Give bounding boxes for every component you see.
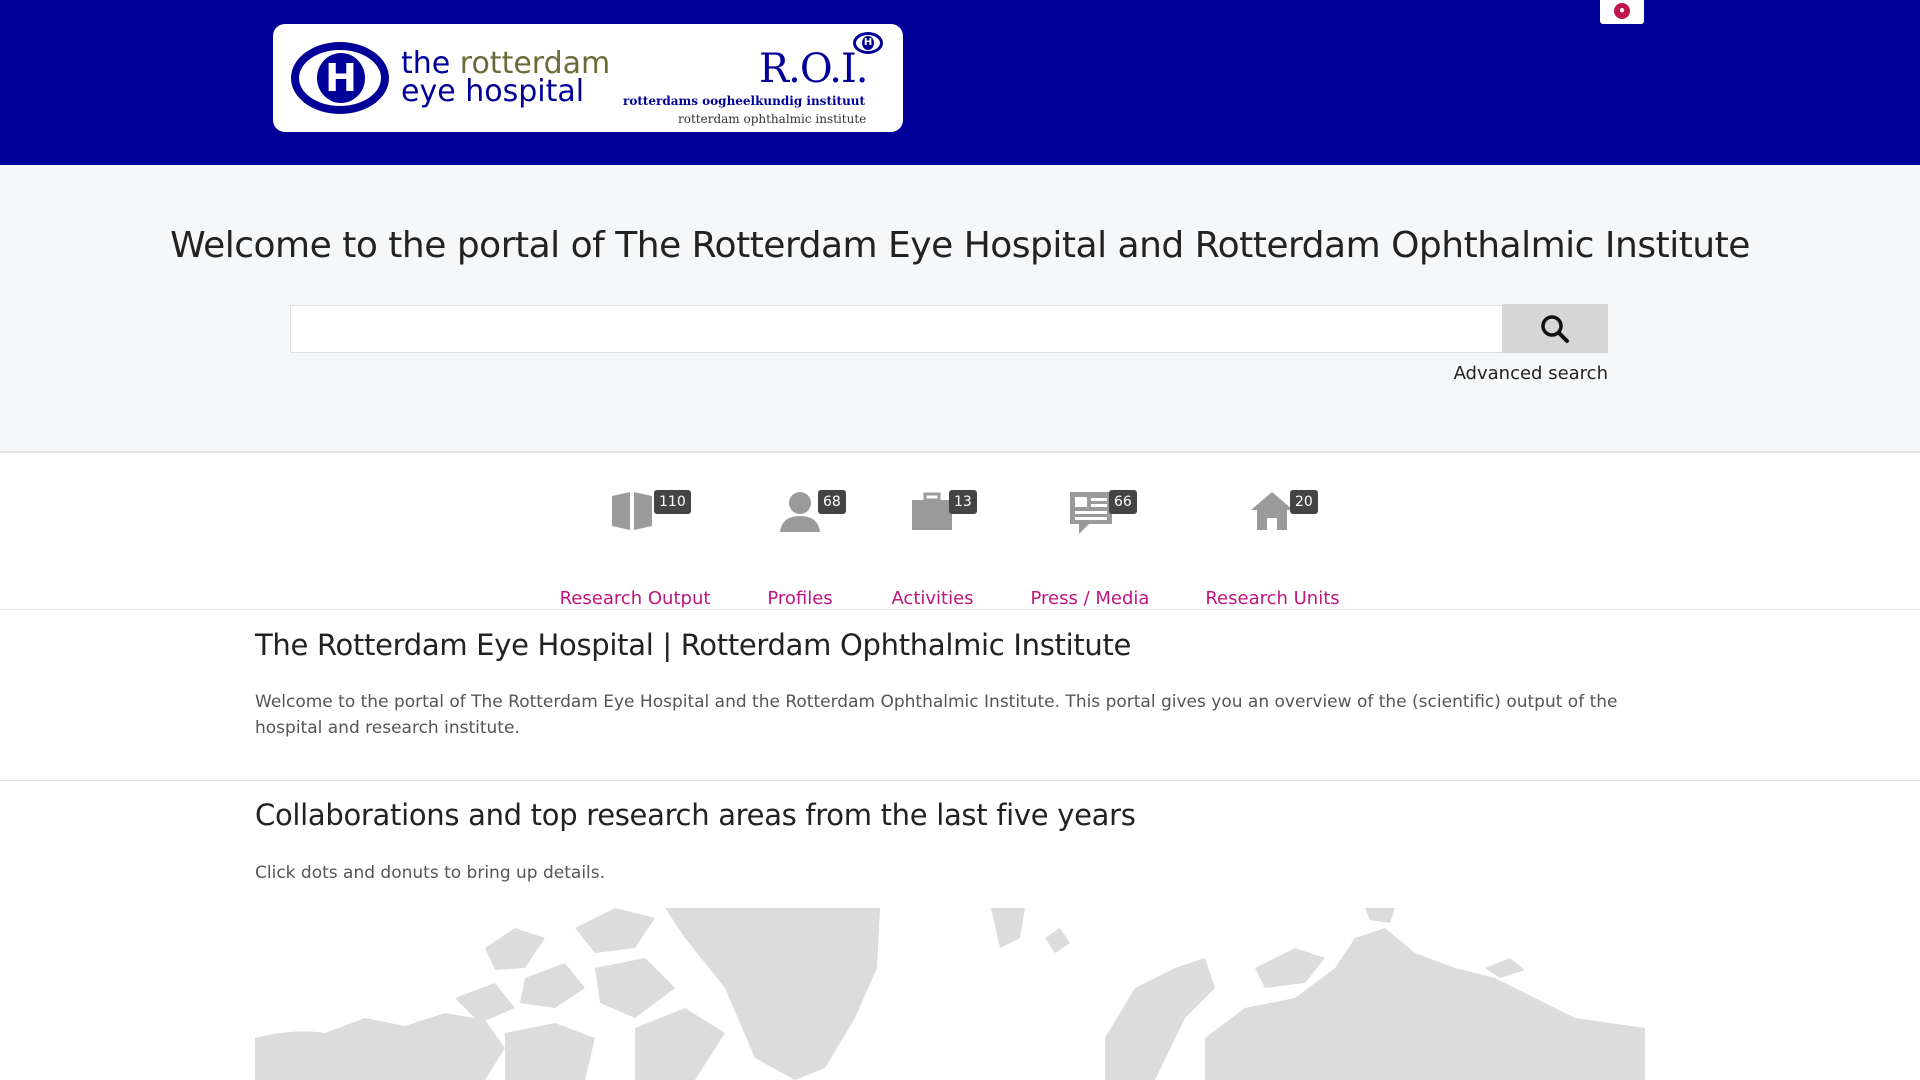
nav-label: Press / Media — [1030, 588, 1150, 609]
nav-label: Activities — [891, 588, 974, 609]
count-badge: 68 — [818, 490, 846, 514]
count-badge: 13 — [949, 490, 977, 514]
nav-research-units[interactable]: 20 Research Units — [1200, 490, 1345, 609]
nav-profiles[interactable]: 68 Profiles — [745, 490, 855, 609]
collab-hint: Click dots and donuts to bring up detail… — [255, 863, 606, 883]
intro-title: The Rotterdam Eye Hospital | Rotterdam O… — [255, 628, 1132, 662]
collaboration-world-map[interactable] — [255, 908, 1645, 1080]
nav-press-media[interactable]: 66 Press / Media — [1025, 490, 1155, 609]
roi-subtitle-english: rotterdam ophthalmic institute — [678, 112, 867, 126]
search-icon — [1541, 315, 1569, 343]
logo-text-line2: eye hospital — [401, 74, 585, 109]
nav-label: Research Output — [559, 588, 711, 609]
nav-label: Research Units — [1205, 588, 1340, 609]
search-input[interactable] — [290, 305, 1503, 353]
content-type-nav: 110 Research Output 68 Profiles 13 Activ… — [0, 455, 1920, 610]
roi-title: R.O.I. — [759, 46, 869, 92]
search-button[interactable] — [1502, 304, 1608, 353]
nav-label: Profiles — [767, 588, 833, 609]
collab-title: Collaborations and top research areas fr… — [255, 798, 1136, 832]
count-badge: 66 — [1109, 490, 1137, 514]
intro-text: Welcome to the portal of The Rotterdam E… — [255, 692, 1618, 738]
count-badge: 20 — [1290, 490, 1318, 514]
briefcase-icon — [912, 492, 952, 530]
person-icon — [780, 492, 820, 532]
page-title: Welcome to the portal of The Rotterdam E… — [170, 225, 1750, 266]
eye-hospital-emblem: H — [291, 42, 389, 114]
nav-research-output[interactable]: 110 Research Output — [555, 490, 715, 609]
world-map-graphic — [255, 908, 1645, 1080]
roi-eye-icon: H — [853, 32, 883, 54]
globe-icon: ● — [1614, 3, 1630, 19]
search-section: Welcome to the portal of The Rotterdam E… — [0, 165, 1920, 453]
section-divider — [0, 780, 1920, 781]
book-icon — [612, 492, 652, 530]
hospital-logo[interactable]: H the rotterdam eye hospital R.O.I. H ro… — [273, 24, 903, 132]
language-switch-button[interactable]: ● — [1600, 0, 1644, 24]
site-header: H the rotterdam eye hospital R.O.I. H ro… — [0, 0, 1920, 165]
roi-subtitle-dutch: rotterdams oogheelkundig instituut — [623, 94, 866, 108]
nav-activities[interactable]: 13 Activities — [880, 490, 985, 609]
house-icon — [1251, 492, 1293, 530]
count-badge: 110 — [654, 490, 691, 514]
newspaper-icon — [1070, 492, 1112, 534]
advanced-search-link[interactable]: Advanced search — [1400, 363, 1608, 384]
